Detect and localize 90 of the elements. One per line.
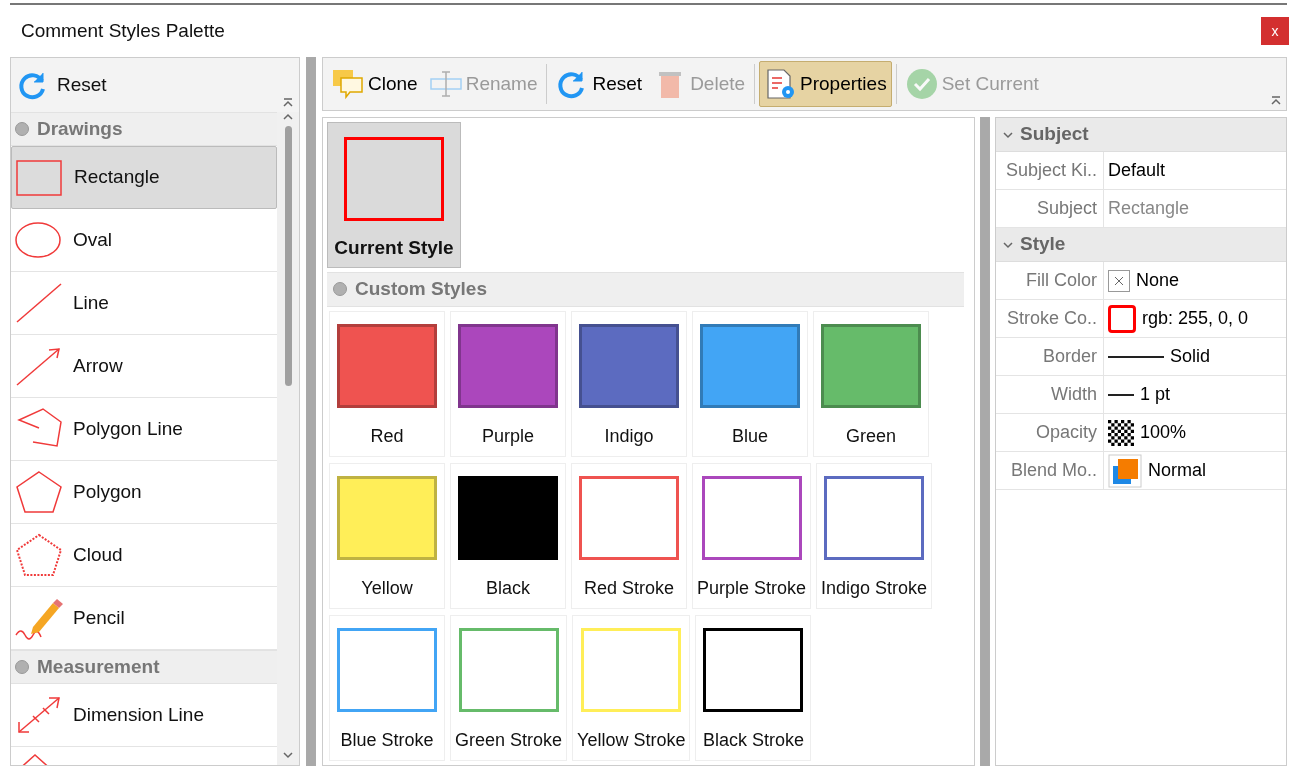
tile-label: Yellow: [361, 577, 413, 600]
property-value[interactable]: 100%: [1140, 419, 1187, 446]
property-label: Subject: [996, 190, 1104, 227]
property-value[interactable]: 1 pt: [1140, 381, 1171, 408]
group-header[interactable]: Drawings: [11, 112, 277, 146]
collapse-icon[interactable]: [282, 97, 294, 109]
rename-field-icon: [429, 68, 462, 100]
close-button[interactable]: x: [1261, 17, 1289, 45]
style-tile[interactable]: Black Stroke: [695, 615, 812, 761]
style-tile[interactable]: Green: [813, 311, 929, 457]
toolbar-button[interactable]: Clone: [327, 61, 423, 107]
group-bullet-icon: [15, 122, 29, 136]
style-tile[interactable]: Indigo Stroke: [816, 463, 933, 609]
group-header[interactable]: Custom Styles: [327, 271, 964, 307]
no-fill-swatch-icon: [1108, 269, 1130, 292]
group-bullet-icon: [15, 660, 29, 674]
tile-label: Green: [846, 425, 896, 448]
tile-label: Indigo Stroke: [821, 577, 928, 600]
tile-label: Red Stroke: [583, 577, 674, 600]
property-label: Width: [996, 376, 1104, 413]
group-title: Style: [1020, 232, 1066, 257]
property-label: Opacity: [996, 414, 1104, 451]
solid-line-icon: [1108, 355, 1164, 358]
property-label: Border: [996, 338, 1104, 375]
checkerboard-icon: [1108, 419, 1134, 446]
style-tile[interactable]: Yellow: [329, 463, 445, 609]
current-style-tile[interactable]: Current Style: [327, 122, 461, 268]
tile-label: Purple: [482, 425, 534, 448]
tile-label: Green Stroke: [455, 729, 563, 752]
group-title: Measurement: [37, 654, 160, 679]
tool-label: Polygon Line: [73, 416, 183, 441]
property-label: Stroke Co..: [996, 300, 1104, 337]
tile-label: Black: [486, 577, 530, 600]
property-label: Subject Ki..: [996, 152, 1104, 189]
property-group-header[interactable]: Style: [996, 228, 1286, 262]
tile-label: Red: [370, 425, 404, 448]
stroke-swatch-icon: [1108, 304, 1136, 333]
tile-label: Purple Stroke: [697, 577, 807, 600]
tool-label: Arrow: [73, 353, 123, 378]
chevron-down-icon[interactable]: [282, 749, 294, 761]
toolbar-button[interactable]: Reset: [551, 61, 648, 107]
tool-label: Polygon: [73, 479, 142, 504]
style-tile[interactable]: Blue Stroke: [329, 615, 445, 761]
property-group-header[interactable]: Subject: [996, 118, 1286, 152]
group-title: Drawings: [37, 116, 123, 141]
tile-label: Blue: [732, 425, 768, 448]
tool-label: Dimension Line: [73, 702, 204, 727]
window-title: Comment Styles Palette: [21, 18, 225, 43]
tool-label: Oval: [73, 227, 113, 252]
group-title: Custom Styles: [355, 277, 487, 302]
group-title: Subject: [1020, 122, 1089, 147]
tool-label: Pencil: [73, 605, 125, 630]
tile-label: Indigo: [604, 425, 654, 448]
check-circle-icon: [905, 68, 938, 100]
style-tile[interactable]: Black: [450, 463, 566, 609]
property-value[interactable]: Rectangle: [1108, 195, 1190, 222]
property-value[interactable]: rgb: 255, 0, 0: [1142, 305, 1249, 332]
tool-item[interactable]: Rectangle: [11, 146, 277, 209]
pentagon-icon: [13, 469, 65, 515]
group-bullet-icon: [333, 282, 347, 297]
property-value[interactable]: Solid: [1170, 343, 1211, 370]
tool-label: Rectangle: [74, 165, 160, 190]
reset-button[interactable]: Reset: [11, 58, 277, 112]
style-tile[interactable]: Purple Stroke: [692, 463, 812, 609]
tool-label: Cloud: [73, 542, 123, 567]
style-tile[interactable]: Green Stroke: [450, 615, 568, 761]
style-tile[interactable]: Red Stroke: [571, 463, 687, 609]
properties-gear-icon: [764, 68, 797, 100]
property-label: Blend Mo..: [996, 452, 1104, 489]
style-tile[interactable]: Purple: [450, 311, 566, 457]
style-tile[interactable]: Red: [329, 311, 445, 457]
thin-line-icon: [1108, 393, 1134, 396]
speech-bubbles-icon: [332, 68, 364, 100]
tool-label: Line: [73, 290, 109, 315]
style-tile[interactable]: Yellow Stroke: [572, 615, 691, 761]
style-tile[interactable]: Blue: [692, 311, 808, 457]
property-value[interactable]: Default: [1108, 157, 1166, 184]
property-label: Fill Color: [996, 262, 1104, 299]
tile-label: Yellow Stroke: [577, 729, 686, 752]
tile-label: Current Style: [334, 236, 454, 261]
property-value[interactable]: Normal: [1148, 457, 1206, 484]
tile-label: Black Stroke: [702, 729, 804, 752]
blend-mode-icon: [1108, 453, 1142, 488]
collapse-icon[interactable]: [1270, 95, 1282, 107]
property-value[interactable]: None: [1136, 267, 1180, 294]
tile-label: Blue Stroke: [340, 729, 434, 752]
scrollbar-thumb[interactable]: [284, 126, 292, 386]
toolbar-button[interactable]: Properties: [759, 61, 892, 107]
style-tile[interactable]: Indigo: [571, 311, 687, 457]
group-header[interactable]: Measurement: [11, 650, 277, 684]
